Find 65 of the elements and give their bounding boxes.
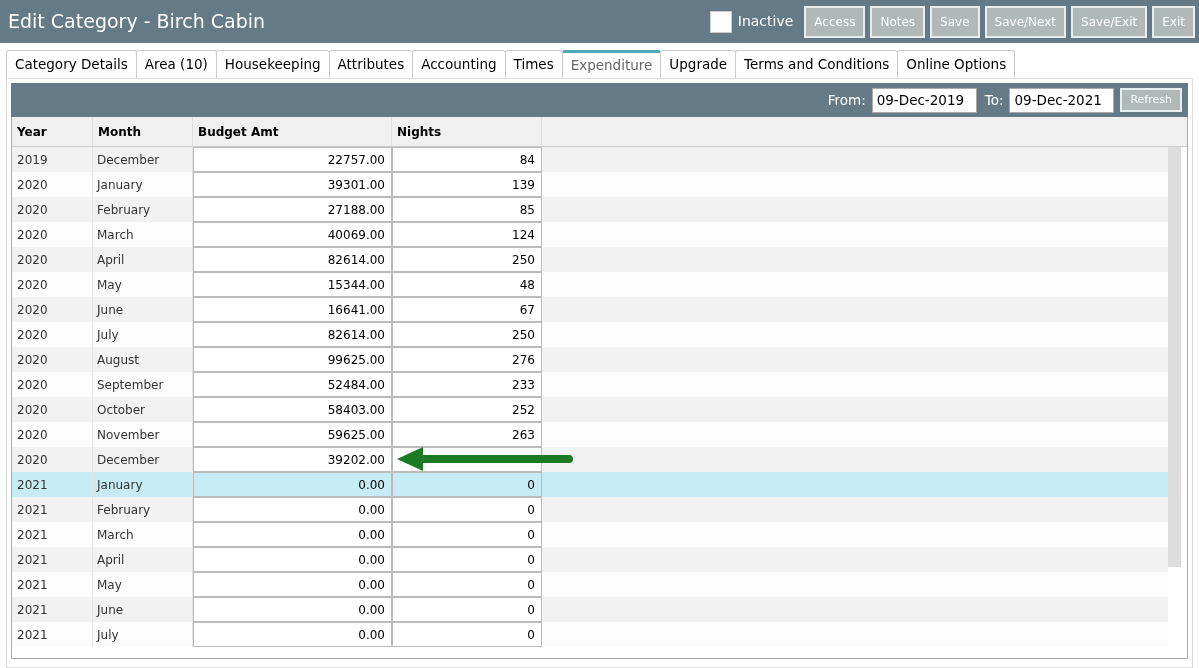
budget-field[interactable]: 0.00 xyxy=(193,522,392,547)
column-header: Month xyxy=(93,117,193,146)
budget-field[interactable]: 40069.00 xyxy=(193,222,392,247)
budget-field[interactable]: 39301.00 xyxy=(193,172,392,197)
nights-field[interactable]: 250 xyxy=(392,322,542,347)
budget-field[interactable]: 27188.00 xyxy=(193,197,392,222)
budget-field[interactable]: 52484.00 xyxy=(193,372,392,397)
nights-field[interactable]: 139 xyxy=(392,172,542,197)
nights-field[interactable]: 0 xyxy=(392,597,542,622)
window-title: Edit Category - Birch Cabin xyxy=(8,9,266,35)
to-label: To: xyxy=(984,90,1004,110)
table-row[interactable]: 2020 June 16641.00 67 xyxy=(12,297,1168,322)
budget-field[interactable]: 58403.00 xyxy=(193,397,392,422)
table-row[interactable]: 2019 December 22757.00 84 xyxy=(12,147,1168,172)
nights-field[interactable]: 0 xyxy=(392,497,542,522)
table-row[interactable]: 2020 August 99625.00 276 xyxy=(12,347,1168,372)
nights-field[interactable]: 0 xyxy=(392,547,542,572)
budget-field[interactable]: 0.00 xyxy=(193,472,392,497)
budget-field[interactable]: 0.00 xyxy=(193,547,392,572)
table-row[interactable]: 2020 February 27188.00 85 xyxy=(12,197,1168,222)
year-cell: 2021 xyxy=(12,622,93,647)
nights-field[interactable]: 48 xyxy=(392,272,542,297)
arrow-icon xyxy=(397,446,575,472)
budget-field[interactable]: 15344.00 xyxy=(193,272,392,297)
nights-field[interactable]: 276 xyxy=(392,347,542,372)
nights-field[interactable]: 252 xyxy=(392,397,542,422)
budget-field[interactable]: 0.00 xyxy=(193,572,392,597)
tab[interactable]: Category Details xyxy=(6,50,137,78)
table-row[interactable]: 2021 January 0.00 0 xyxy=(12,472,1168,497)
budget-field[interactable]: 0.00 xyxy=(193,497,392,522)
nights-field[interactable]: 124 xyxy=(392,222,542,247)
budget-field[interactable]: 82614.00 xyxy=(193,247,392,272)
from-date-field[interactable]: 09-Dec-2019 xyxy=(871,87,977,113)
nights-field[interactable]: 0 xyxy=(392,622,542,647)
budget-field[interactable]: 59625.00 xyxy=(193,422,392,447)
to-date-field[interactable]: 09-Dec-2021 xyxy=(1009,87,1115,113)
table-row[interactable]: 2020 October 58403.00 252 xyxy=(12,397,1168,422)
budget-field[interactable]: 39202.00 xyxy=(193,447,392,472)
from-label: From: xyxy=(827,90,866,110)
table-row[interactable]: 2020 December 39202.00 xyxy=(12,447,1168,472)
column-header: Budget Amt xyxy=(193,117,392,146)
budget-field[interactable]: 99625.00 xyxy=(193,347,392,372)
nights-field[interactable]: 85 xyxy=(392,197,542,222)
tab[interactable]: Online Options xyxy=(897,50,1016,78)
nights-field[interactable]: 0 xyxy=(392,522,542,547)
nights-field[interactable]: 0 xyxy=(392,472,542,497)
table-row[interactable]: 2021 April 0.00 0 xyxy=(12,547,1168,572)
inactive-label: Inactive xyxy=(737,12,794,31)
scrollbar[interactable] xyxy=(1168,147,1181,567)
budget-field[interactable]: 22757.00 xyxy=(193,147,392,172)
column-header: Year xyxy=(12,117,93,146)
nights-field[interactable]: 263 xyxy=(392,422,542,447)
column-header: Nights xyxy=(392,117,542,146)
nights-field[interactable]: 84 xyxy=(392,147,542,172)
nights-field[interactable]: 250 xyxy=(392,247,542,272)
budget-field[interactable]: 0.00 xyxy=(193,597,392,622)
budget-field[interactable]: 0.00 xyxy=(193,622,392,647)
nights-field[interactable]: 233 xyxy=(392,372,542,397)
nights-field[interactable]: 67 xyxy=(392,297,542,322)
table-row[interactable]: 2021 June 0.00 0 xyxy=(12,597,1168,622)
budget-field[interactable]: 82614.00 xyxy=(193,322,392,347)
nights-field[interactable]: 0 xyxy=(392,572,542,597)
table-row[interactable]: 2020 April 82614.00 250 xyxy=(12,247,1168,272)
table-row[interactable]: 2021 February 0.00 0 xyxy=(12,497,1168,522)
budget-field[interactable]: 16641.00 xyxy=(193,297,392,322)
